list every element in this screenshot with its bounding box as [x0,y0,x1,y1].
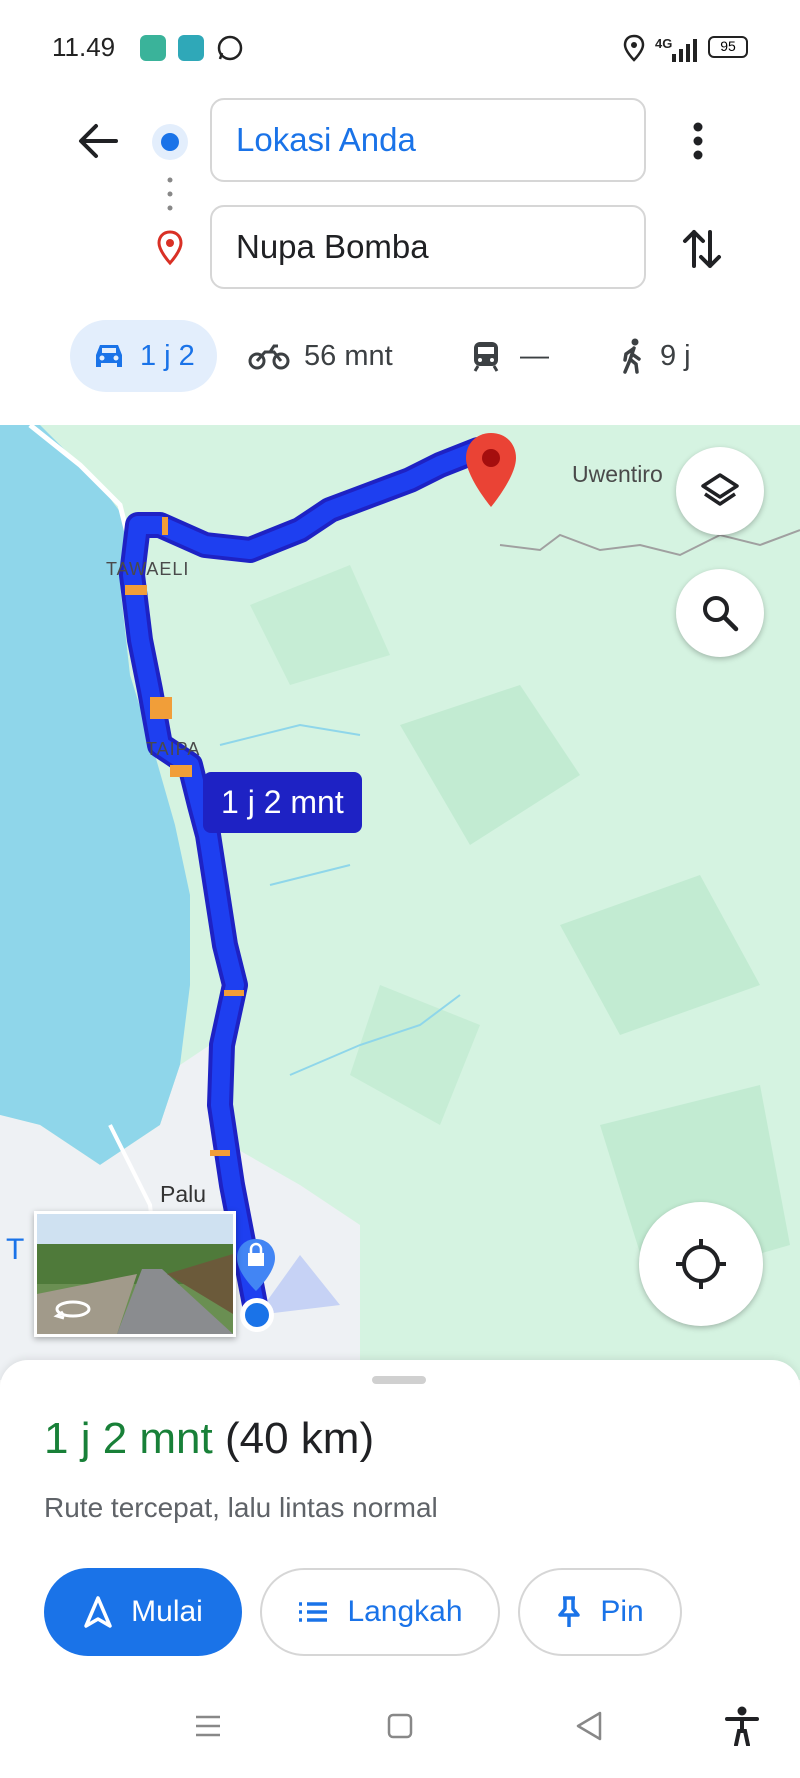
map-search-button[interactable] [676,569,764,657]
back-arrow-icon[interactable] [76,122,118,160]
steps-button-label: Langkah [347,1595,463,1628]
back-nav-icon[interactable] [574,1710,604,1742]
layers-icon [701,473,739,506]
tab-car-label: 1 j 2 [140,339,195,372]
swap-icon[interactable] [682,226,722,272]
tab-motorcycle[interactable]: 56 mnt [248,320,393,392]
tab-car[interactable]: 1 j 2 [70,320,217,392]
street-view-thumbnail[interactable] [34,1211,236,1337]
terrain-shade-1 [400,685,580,845]
signal-icon [672,39,697,62]
app-notification-icon [140,35,166,61]
pin-button[interactable]: Pin [518,1568,682,1656]
car-icon [96,345,122,367]
start-button-label: Mulai [131,1595,203,1628]
route-distance: (40 km) [224,1414,375,1463]
battery-icon: 95 [708,36,748,58]
admin-boundary [499,529,800,557]
map-view[interactable]: Uwentiro TAWAELI TAIPA Palu T 1 j 2 mnt [0,425,800,1380]
my-location-button[interactable] [639,1202,763,1326]
terrain-shade-2 [560,875,760,1035]
route-description: Rute tercepat, lalu lintas normal [44,1492,438,1523]
app-notification-icon-2 [178,35,204,61]
map-label-edge: T [6,1233,25,1266]
map-label-uwentiro: Uwentiro [572,461,663,487]
destination-marker-icon[interactable] [462,431,520,511]
start-button[interactable]: Mulai [44,1568,242,1656]
map-label-tawaeli: TAWAELI [106,559,190,579]
river [219,723,361,746]
steps-button[interactable]: Langkah [260,1568,500,1656]
list-icon [299,1602,328,1622]
train-icon [473,342,499,372]
motorcycle-icon [248,344,290,370]
destination-pin-icon [157,230,183,266]
whatsapp-icon [217,35,243,61]
walk-icon [623,338,641,374]
route-summary-line: 1 j 2 mnt (40 km) [44,1414,374,1464]
rotate-360-icon [53,1300,91,1320]
status-time: 11.49 [52,32,116,62]
route-eta-bubble[interactable]: 1 j 2 mnt [203,772,362,833]
traffic-segment [150,697,172,719]
tab-walk-label: 9 j [660,339,691,372]
pin-button-label: Pin [600,1595,644,1628]
tab-transit-label: — [520,339,549,372]
route-duration: 1 j 2 mnt [44,1414,213,1463]
battery-level: 95 [720,38,736,54]
more-options-icon[interactable] [692,122,704,160]
tab-motorcycle-label: 56 mnt [304,339,393,372]
menu-nav-icon[interactable] [194,1714,222,1738]
terrain-shade-5 [250,565,390,685]
location-status-icon [623,34,645,62]
traffic-segment [162,517,168,535]
traffic-segment [170,765,192,777]
current-location-dot-icon [240,1298,274,1332]
search-icon [703,596,739,632]
map-label-taipa: TAIPA [146,739,201,759]
origin-field[interactable]: Lokasi Anda [210,98,646,182]
tab-walk[interactable]: 9 j [620,320,691,392]
sheet-drag-handle[interactable] [372,1376,426,1384]
river [269,864,351,886]
traffic-segment [210,1150,230,1156]
destination-field[interactable]: Nupa Bomba [210,205,646,289]
home-nav-icon[interactable] [386,1712,414,1740]
shopping-place-icon[interactable] [234,1237,278,1293]
tab-transit[interactable]: — [472,320,549,392]
traffic-segment [125,585,147,595]
layers-button[interactable] [676,447,764,535]
route-dots-connector [167,177,173,211]
traffic-segment [224,990,244,996]
map-label-palu: Palu [160,1181,207,1207]
origin-dot-icon [152,124,188,160]
accessibility-icon[interactable] [724,1706,760,1746]
terrain-shade-3 [350,985,480,1125]
navigation-arrow-icon [84,1596,112,1628]
pin-icon [558,1596,581,1627]
crosshair-icon [676,1239,726,1289]
